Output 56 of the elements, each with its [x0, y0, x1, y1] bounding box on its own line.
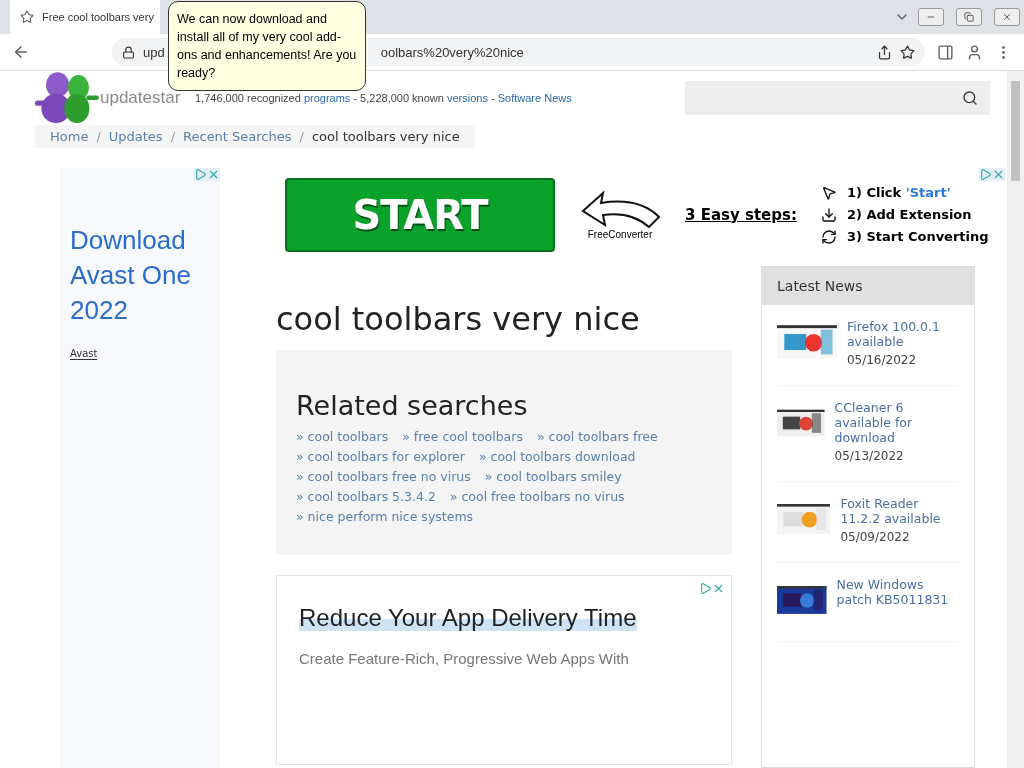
download-icon — [820, 206, 837, 223]
start-button[interactable]: START — [285, 177, 555, 252]
ad-text: Create Feature-Rich, Progressive Web Apps With — [299, 650, 630, 667]
breadcrumb-link[interactable]: Home — [50, 129, 89, 144]
page-title: cool toolbars very nice — [276, 300, 641, 338]
related-link[interactable]: » free cool toolbars — [402, 427, 523, 447]
speech-tooltip: We can now download and install all of my very cool add-ons and enhancements! Are you ready? — [168, 1, 366, 91]
ad-headline[interactable]: Download Avast One 2022 — [70, 223, 210, 328]
share-icon[interactable] — [877, 44, 892, 60]
news-link[interactable]: CCleaner 6 available for download — [834, 400, 959, 445]
breadcrumb-separator: / — [96, 129, 101, 144]
news-date: 05/09/2022 — [840, 530, 911, 544]
bookmark-icon[interactable] — [900, 44, 915, 60]
related-link[interactable]: » cool toolbars for explorer — [296, 447, 465, 467]
section-title: Latest News — [762, 267, 974, 305]
refresh-icon — [820, 228, 837, 245]
news-date: 05/13/2022 — [834, 449, 905, 463]
section-title: Related searches — [296, 390, 529, 421]
news-link[interactable]: Foxit Reader 11.2.2 available — [840, 496, 959, 526]
related-link[interactable]: » cool toolbars free — [536, 427, 658, 447]
related-link[interactable]: » cool toolbars 5.3.4.2 — [296, 487, 436, 507]
related-link[interactable]: » cool free toolbars no virus — [449, 487, 625, 507]
pointer-icon — [820, 184, 837, 201]
related-link[interactable]: » cool toolbars free no virus — [296, 467, 471, 487]
breadcrumb-link[interactable]: Updates — [108, 129, 163, 144]
restore-icon[interactable] — [964, 12, 974, 22]
lock-icon[interactable] — [122, 45, 135, 59]
brand-name: FreeConverter — [587, 229, 653, 240]
search-field[interactable] — [685, 81, 990, 115]
related-link[interactable]: » cool toolbars smiley — [484, 467, 622, 487]
search-icon[interactable] — [962, 90, 978, 106]
breadcrumb-separator: / — [299, 129, 304, 144]
star-icon — [20, 10, 34, 24]
side-panel-icon[interactable] — [937, 43, 954, 61]
breadcrumb-link[interactable]: Recent Searches — [183, 129, 292, 144]
related-link[interactable]: » cool toolbars — [296, 427, 389, 447]
news-link[interactable]: New Windows patch KB5011831 — [836, 577, 959, 607]
step-text: 2) Add Extension — [846, 207, 972, 222]
related-link[interactable]: » cool toolbars download — [478, 447, 636, 467]
step-text: 1) Click 'Start' — [846, 185, 951, 200]
news-date: 05/16/2022 — [846, 353, 918, 367]
back-icon[interactable] — [12, 43, 30, 61]
breadcrumb-link[interactable]: cool toolbars very nice — [311, 129, 460, 144]
arrow-icon — [579, 189, 661, 229]
ad-choices-icon[interactable] — [699, 582, 725, 595]
site-logo[interactable]: updatestar — [100, 88, 180, 108]
breadcrumb-separator: / — [170, 129, 176, 144]
browser-tab[interactable]: Free cool toolbars very — [10, 0, 160, 34]
step-text: 3) Start Converting — [846, 229, 989, 244]
related-link[interactable]: » nice perform nice systems — [296, 507, 474, 527]
advertiser-link[interactable]: Avast — [70, 348, 98, 360]
news-link[interactable]: Firefox 100.0.1 available — [846, 319, 959, 349]
close-icon[interactable] — [1002, 12, 1012, 22]
site-stats: 1,746,000 recognized programs - 5,228,000 known versions - Software News — [195, 92, 572, 104]
profile-icon[interactable] — [966, 43, 983, 61]
steps-title: 3 Easy steps: — [685, 205, 797, 224]
